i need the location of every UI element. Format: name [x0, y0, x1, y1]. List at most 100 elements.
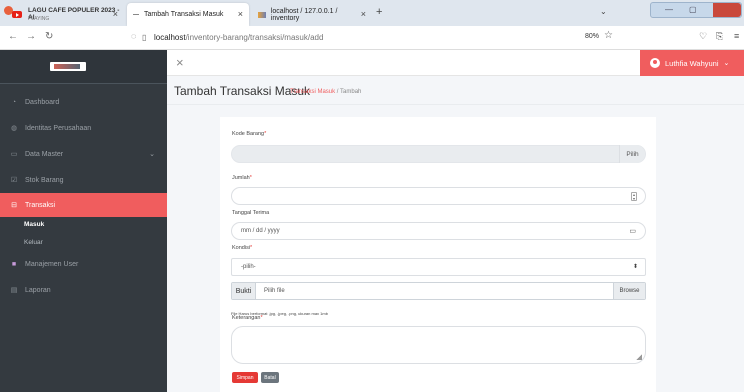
close-icon[interactable]: × [176, 55, 184, 70]
chevron-down-icon: ⌄ [149, 151, 155, 158]
tanggal-terima-label: Tanggal Terima [232, 210, 269, 216]
label-text: Keterangan [232, 315, 261, 321]
kondisi-select[interactable]: -pilih- ⬍ [231, 258, 646, 276]
tab-title: localhost / 127.0.0.1 / inventory [270, 7, 338, 22]
required-mark: * [264, 131, 267, 137]
header-divider [167, 104, 744, 105]
zoom-level[interactable]: 80% [585, 33, 599, 40]
users-icon: ■ [11, 260, 17, 268]
avatar-icon [650, 58, 660, 68]
bukti-file-input[interactable]: Bukti Pilih file Browse [231, 282, 646, 300]
browser-tab-bar: LAGU CAFE POPULER 2023 - Al PLAYING × Ta… [0, 0, 744, 26]
sidebar: ◔ Dashboard ◍ Identitas Perusahaan ▭ Dat… [0, 50, 167, 392]
reload-icon[interactable]: ↻ [45, 31, 53, 42]
save-button[interactable]: Simpan [232, 372, 258, 383]
sidebar-item-label: Manajemen User [25, 260, 79, 268]
brand-area[interactable] [0, 50, 167, 84]
sidebar-item-dashboard[interactable]: ◔ Dashboard [0, 90, 167, 114]
kode-barang-field[interactable]: Pilih [231, 145, 646, 163]
sidebar-item-stok-barang[interactable]: ☑ Stok Barang [0, 168, 167, 192]
breadcrumb-link[interactable]: Transaksi Masuk [290, 89, 335, 95]
minimize-icon[interactable]: — [665, 5, 673, 14]
breadcrumb-separator: / [336, 89, 339, 95]
building-icon: ◍ [10, 125, 18, 132]
url-field[interactable]: localhost/inventory-barang/transaksi/mas… [154, 33, 323, 42]
label-text: Tanggal Terima [232, 210, 270, 216]
close-tab-icon[interactable]: × [361, 9, 366, 19]
file-placeholder: Pilih file [264, 288, 285, 294]
jumlah-label: Jumlah* [232, 175, 252, 181]
browser-tab-active[interactable]: Tambah Transaksi Masuk × [127, 3, 249, 26]
jumlah-input[interactable]: ▴ ▾ [231, 187, 646, 205]
page-info-icon[interactable]: ▯ [142, 33, 146, 42]
report-icon: ▤ [10, 287, 18, 294]
close-tab-icon[interactable]: × [238, 9, 243, 19]
browser-tab-music[interactable]: LAGU CAFE POPULER 2023 - Al PLAYING × [6, 3, 124, 26]
pilih-barang-button[interactable]: Pilih [619, 145, 645, 163]
forward-arrow-icon[interactable]: → [26, 31, 36, 42]
label-text: Jumlah [232, 175, 250, 181]
browser-address-bar: ← → ↻ ◌ ▯ localhost/inventory-barang/tra… [0, 26, 744, 50]
youtube-icon [12, 11, 22, 18]
tanggal-terima-input[interactable]: mm / dd / yyyy ▭ [231, 222, 646, 240]
pocket-icon[interactable]: ♡ [699, 31, 707, 42]
breadcrumb: Transaksi Masuk / Tambah [290, 89, 361, 95]
sidebar-item-transaksi[interactable]: ⊟ Transaksi [0, 193, 167, 217]
chevron-down-icon: ⌄ [723, 60, 730, 67]
tab-subtitle: PLAYING [28, 16, 50, 22]
new-tab-button[interactable]: + [376, 6, 382, 18]
sidebar-item-label: Data Master [25, 150, 64, 158]
tab-title: Tambah Transaksi Masuk [144, 11, 224, 18]
tab-list-chevron-icon[interactable]: ⌄ [600, 7, 607, 16]
kondisi-label: Kondisi* [232, 245, 252, 251]
number-spinner-icon[interactable]: ▴ ▾ [631, 192, 637, 201]
required-mark: * [260, 315, 263, 321]
cart-icon: ⊟ [11, 202, 17, 209]
sidebar-item-manajemen-user[interactable]: ■ Manajemen User [0, 252, 167, 276]
sidebar-item-label: Identitas Perusahaan [25, 124, 92, 132]
date-placeholder: mm / dd / yyyy [241, 228, 280, 234]
maximize-icon[interactable]: ▢ [689, 5, 697, 14]
company-logo [50, 62, 86, 71]
keterangan-label: Keterangan* [232, 315, 263, 321]
required-mark: * [250, 245, 253, 251]
bukti-addon: Bukti [232, 283, 256, 299]
user-menu-button[interactable]: Luthfia Wahyuni ⌄ [640, 50, 744, 76]
menu-icon[interactable]: ≡ [734, 31, 739, 41]
kode-barang-label: Kode Barang* [232, 131, 266, 137]
label-text: Kondisi [232, 245, 251, 251]
browser-tab-phpmyadmin[interactable]: localhost / 127.0.0.1 / inventory × [252, 3, 372, 26]
calendar-icon[interactable]: ▭ [629, 227, 636, 235]
resize-handle-icon[interactable] [636, 354, 642, 360]
shield-icon[interactable]: ◌ [131, 31, 136, 41]
sidebar-item-identitas[interactable]: ◍ Identitas Perusahaan [0, 116, 167, 140]
sidebar-item-label: Transaksi [25, 201, 56, 209]
sidebar-subitem-keluar[interactable]: Keluar [24, 239, 43, 246]
cancel-button[interactable]: Batal [261, 372, 279, 383]
required-mark: * [249, 175, 252, 181]
page-favicon-icon [133, 14, 139, 15]
top-navbar: × Luthfia Wahyuni ⌄ [167, 50, 744, 76]
extensions-icon[interactable]: ⎘ [716, 31, 723, 42]
url-host: localhost [154, 33, 186, 42]
sidebar-subitem-masuk[interactable]: Masuk [24, 221, 44, 228]
sidebar-item-label: Dashboard [25, 98, 60, 106]
keterangan-textarea[interactable] [231, 326, 646, 364]
window-close-button[interactable] [713, 3, 741, 17]
window-controls: — ▢ [650, 2, 742, 18]
back-arrow-icon[interactable]: ← [8, 31, 18, 42]
bookmark-star-icon[interactable]: ☆ [604, 30, 613, 41]
folder-icon: ▭ [10, 151, 18, 158]
sidebar-item-data-master[interactable]: ▭ Data Master ⌄ [0, 142, 167, 166]
label-text: Kode Barang [232, 131, 265, 137]
box-icon: ☑ [10, 177, 18, 184]
sidebar-item-laporan[interactable]: ▤ Laporan [0, 278, 167, 302]
select-value: -pilih- [241, 264, 256, 270]
user-name: Luthfia Wahyuni [665, 58, 719, 68]
url-path: /inventory-barang/transaksi/masuk/add [185, 33, 324, 42]
browse-button[interactable]: Browse [613, 283, 645, 299]
close-tab-icon[interactable]: × [113, 9, 118, 19]
sidebar-item-label: Stok Barang [25, 176, 64, 184]
dashboard-icon: ◔ [11, 98, 17, 106]
breadcrumb-current: Tambah [340, 89, 362, 95]
